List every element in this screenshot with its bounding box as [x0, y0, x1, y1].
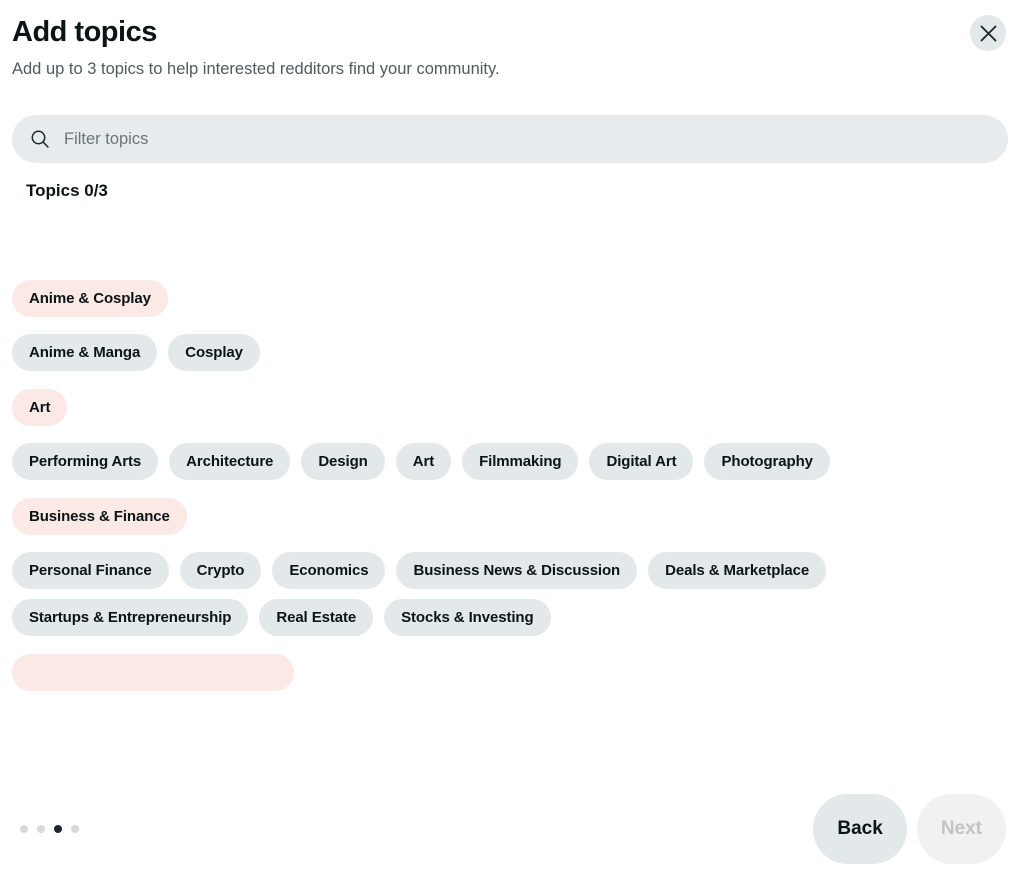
close-button[interactable]	[970, 15, 1006, 51]
footer-actions: Back Next	[813, 794, 1006, 864]
topic-chip[interactable]: Architecture	[169, 443, 291, 480]
topic-chip[interactable]: Personal Finance	[12, 552, 169, 589]
topics-list[interactable]: Anime & Cosplay Anime & Manga Cosplay Art Pe…	[0, 280, 1024, 788]
search-field[interactable]	[12, 115, 1008, 163]
topic-chip[interactable]: Filmmaking	[462, 443, 579, 480]
close-icon	[980, 25, 997, 42]
topic-group: Anime & Cosplay Anime & Manga Cosplay	[12, 280, 1010, 371]
topic-chip[interactable]: Crypto	[179, 552, 262, 589]
topic-chip[interactable]: Cosplay	[168, 334, 260, 371]
topic-chip[interactable]: Art	[395, 443, 452, 480]
search-icon	[30, 129, 50, 149]
page-subtitle: Add up to 3 topics to help interested re…	[12, 60, 500, 78]
category-chip-partial[interactable]	[12, 654, 294, 691]
modal-footer: Back Next	[0, 788, 1024, 870]
topic-chip[interactable]: Performing Arts	[12, 443, 159, 480]
pagination-dot	[37, 825, 45, 833]
topic-chip[interactable]: Photography	[704, 443, 830, 480]
topic-chip[interactable]: Digital Art	[589, 443, 694, 480]
next-button[interactable]: Next	[916, 794, 1006, 864]
topic-chip[interactable]: Real Estate	[259, 599, 374, 636]
topics-counter: Topics 0/3	[26, 181, 108, 200]
filter-section	[0, 80, 1024, 163]
topic-chip[interactable]: Startups & Entrepreneurship	[12, 599, 249, 636]
topic-chip-row: Anime & Manga Cosplay	[12, 334, 1010, 371]
category-chip[interactable]: Art	[12, 389, 68, 426]
category-chip[interactable]: Anime & Cosplay	[12, 280, 168, 317]
modal-header: Add topics Add up to 3 topics to help in…	[0, 0, 1024, 80]
topic-chip-row: Performing Arts Architecture Design Art Film…	[12, 443, 1010, 480]
topic-group: Art Performing Arts Architecture Design Art F…	[12, 389, 1010, 480]
pagination-dot	[71, 825, 79, 833]
topic-chip[interactable]: Stocks & Investing	[384, 599, 551, 636]
topic-group: Business & Finance Personal Finance Crypto…	[12, 498, 1010, 636]
topic-chip[interactable]: Business News & Discussion	[396, 552, 638, 589]
add-topics-modal: Add topics Add up to 3 topics to help in…	[0, 0, 1024, 870]
topic-group-partial	[12, 654, 1010, 713]
page-title: Add topics	[12, 16, 157, 48]
topic-chip[interactable]: Deals & Marketplace	[648, 552, 827, 589]
pagination-dot-active	[54, 825, 62, 833]
pagination-dots	[20, 825, 79, 833]
topic-chip[interactable]: Anime & Manga	[12, 334, 158, 371]
topic-chip-row: Personal Finance Crypto Economics Business …	[12, 552, 1010, 636]
back-button[interactable]: Back	[813, 794, 907, 864]
topic-chip[interactable]: Economics	[272, 552, 386, 589]
category-chip[interactable]: Business & Finance	[12, 498, 187, 535]
pagination-dot	[20, 825, 28, 833]
search-input[interactable]	[64, 115, 990, 163]
topic-chip[interactable]: Design	[301, 443, 385, 480]
